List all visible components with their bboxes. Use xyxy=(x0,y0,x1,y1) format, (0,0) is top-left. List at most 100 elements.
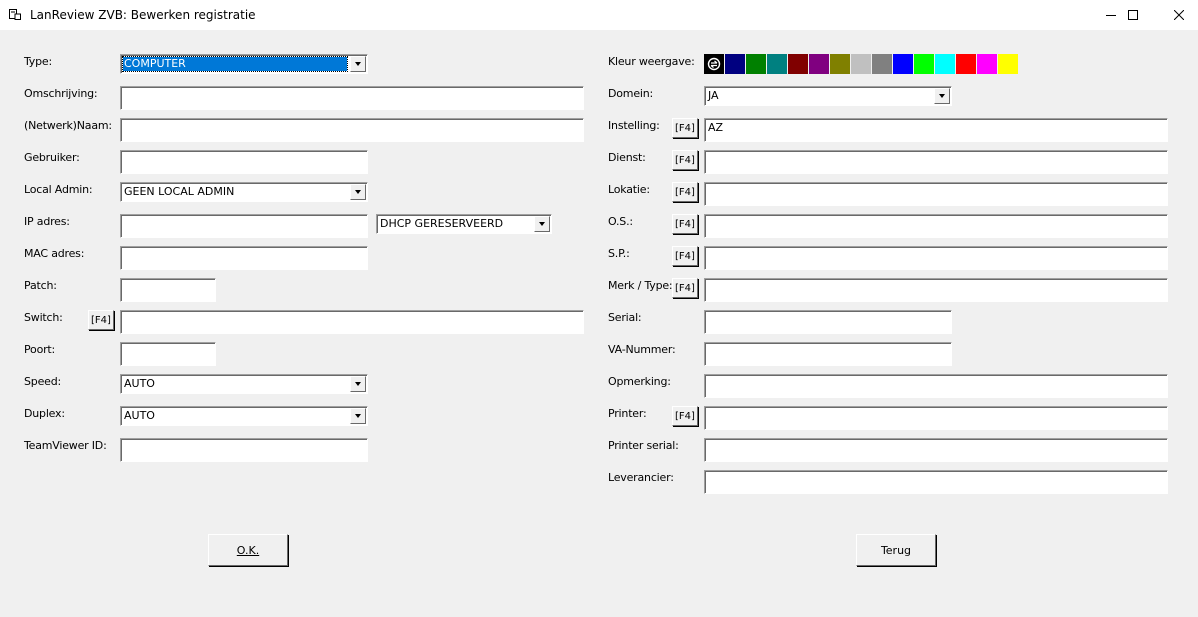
chevron-down-icon[interactable] xyxy=(350,408,366,424)
gebruiker-input[interactable] xyxy=(120,150,368,174)
leverancier-input[interactable] xyxy=(704,470,1168,494)
color-swatch[interactable] xyxy=(977,54,997,74)
dienst-label: Dienst: xyxy=(608,151,646,164)
speed-select[interactable]: AUTO xyxy=(120,374,368,394)
maximize-button[interactable] xyxy=(1110,0,1156,30)
os-label: O.S.: xyxy=(608,215,633,228)
color-swatch[interactable] xyxy=(935,54,955,74)
naam-label: (Netwerk)Naam: xyxy=(24,119,112,132)
lokatie-input[interactable] xyxy=(704,182,1168,206)
close-icon xyxy=(1174,10,1184,20)
color-swatch[interactable] xyxy=(893,54,913,74)
printer-f4-button[interactable]: [F4] xyxy=(672,406,698,426)
color-reset-icon xyxy=(707,57,721,71)
lokatie-f4-button[interactable]: [F4] xyxy=(672,182,698,202)
dhcp-select[interactable]: DHCP GERESERVEERD xyxy=(376,214,552,234)
ip-label: IP adres: xyxy=(24,215,70,228)
chevron-down-icon[interactable] xyxy=(350,56,366,72)
local-admin-value: GEEN LOCAL ADMIN xyxy=(124,185,235,198)
merk-input[interactable] xyxy=(704,278,1168,302)
instelling-input[interactable]: AZ xyxy=(704,118,1168,142)
duplex-label: Duplex: xyxy=(24,407,65,420)
ok-button[interactable]: O.K. xyxy=(208,534,288,566)
title-bar: LanReview ZVB: Bewerken registratie xyxy=(0,0,1198,30)
maximize-icon xyxy=(1128,10,1138,20)
domein-value: JA xyxy=(708,89,719,102)
leverancier-label: Leverancier: xyxy=(608,471,674,484)
omschrijving-input[interactable] xyxy=(120,86,584,110)
color-reset-swatch[interactable] xyxy=(704,54,724,74)
va-nummer-input[interactable] xyxy=(704,342,952,366)
serial-input[interactable] xyxy=(704,310,952,334)
dienst-input[interactable] xyxy=(704,150,1168,174)
sp-input[interactable] xyxy=(704,246,1168,270)
local-admin-label: Local Admin: xyxy=(24,183,93,196)
chevron-down-icon[interactable] xyxy=(350,376,366,392)
color-swatch[interactable] xyxy=(998,54,1018,74)
os-input[interactable] xyxy=(704,214,1168,238)
type-label: Type: xyxy=(24,55,52,68)
duplex-select[interactable]: AUTO xyxy=(120,406,368,426)
color-swatch[interactable] xyxy=(725,54,745,74)
chevron-down-icon[interactable] xyxy=(350,184,366,200)
color-swatch[interactable] xyxy=(767,54,787,74)
teamviewer-label: TeamViewer ID: xyxy=(24,439,107,452)
terug-button[interactable]: Terug xyxy=(856,534,936,566)
merk-label: Merk / Type: xyxy=(608,279,673,292)
type-select[interactable]: COMPUTER xyxy=(120,54,368,74)
color-swatch[interactable] xyxy=(872,54,892,74)
omschrijving-label: Omschrijving: xyxy=(24,87,98,100)
window-title: LanReview ZVB: Bewerken registratie xyxy=(30,8,256,22)
color-swatch[interactable] xyxy=(956,54,976,74)
color-swatch[interactable] xyxy=(851,54,871,74)
patch-label: Patch: xyxy=(24,279,57,292)
domein-label: Domein: xyxy=(608,87,654,100)
color-swatch[interactable] xyxy=(914,54,934,74)
printer-input[interactable] xyxy=(704,406,1168,430)
ip-input[interactable] xyxy=(120,214,368,238)
opmerking-input[interactable] xyxy=(704,374,1168,398)
mac-label: MAC adres: xyxy=(24,247,85,260)
opmerking-label: Opmerking: xyxy=(608,375,671,388)
serial-label: Serial: xyxy=(608,311,642,324)
domein-select[interactable]: JA xyxy=(704,86,952,106)
merk-f4-button[interactable]: [F4] xyxy=(672,278,698,298)
kleur-label: Kleur weergave: xyxy=(608,55,695,68)
poort-label: Poort: xyxy=(24,343,56,356)
app-icon xyxy=(9,9,21,20)
chevron-down-icon[interactable] xyxy=(934,88,950,104)
os-f4-button[interactable]: [F4] xyxy=(672,214,698,234)
speed-value: AUTO xyxy=(124,377,155,390)
color-swatch[interactable] xyxy=(809,54,829,74)
switch-label: Switch: xyxy=(24,311,63,324)
mac-input[interactable] xyxy=(120,246,368,270)
color-swatch[interactable] xyxy=(830,54,850,74)
color-swatch[interactable] xyxy=(788,54,808,74)
teamviewer-input[interactable] xyxy=(120,438,368,462)
sp-label: S.P.: xyxy=(608,247,630,260)
switch-f4-button[interactable]: [F4] xyxy=(88,310,114,330)
instelling-label: Instelling: xyxy=(608,119,660,132)
printer-label: Printer: xyxy=(608,407,647,420)
duplex-value: AUTO xyxy=(124,409,155,422)
chevron-down-icon[interactable] xyxy=(534,216,550,232)
switch-input[interactable] xyxy=(120,310,584,334)
printer-serial-label: Printer serial: xyxy=(608,439,679,452)
instelling-f4-button[interactable]: [F4] xyxy=(672,118,698,138)
sp-f4-button[interactable]: [F4] xyxy=(672,246,698,266)
color-swatch[interactable] xyxy=(746,54,766,74)
lokatie-label: Lokatie: xyxy=(608,183,650,196)
dhcp-value: DHCP GERESERVEERD xyxy=(380,217,504,230)
speed-label: Speed: xyxy=(24,375,61,388)
va-nummer-label: VA-Nummer: xyxy=(608,343,676,356)
local-admin-select[interactable]: GEEN LOCAL ADMIN xyxy=(120,182,368,202)
close-button[interactable] xyxy=(1156,0,1198,30)
ok-button-label: O.K. xyxy=(236,543,260,557)
patch-input[interactable] xyxy=(120,278,216,302)
gebruiker-label: Gebruiker: xyxy=(24,151,80,164)
printer-serial-input[interactable] xyxy=(704,438,1168,462)
naam-input[interactable] xyxy=(120,118,584,142)
dienst-f4-button[interactable]: [F4] xyxy=(672,150,698,170)
type-select-value: COMPUTER xyxy=(122,56,348,72)
poort-input[interactable] xyxy=(120,342,216,366)
